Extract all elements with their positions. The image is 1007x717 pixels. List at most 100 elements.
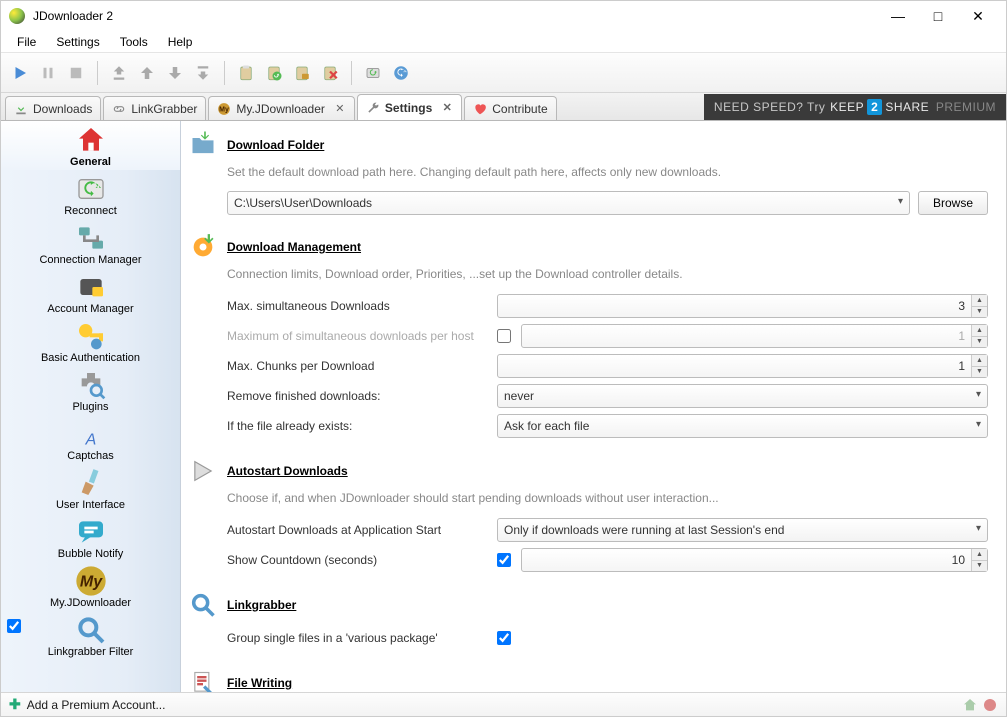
sidebar-label: User Interface (56, 499, 125, 511)
remove-select[interactable]: never (497, 384, 988, 408)
tab-label: LinkGrabber (131, 102, 197, 116)
section-title: Download Management (227, 240, 361, 254)
download-path-input[interactable] (227, 191, 910, 215)
menubar: File Settings Tools Help (1, 31, 1006, 53)
sidebar-label: Bubble Notify (58, 548, 123, 560)
max-sim-input[interactable] (497, 294, 988, 318)
sidebar-item-account[interactable]: Account Manager (1, 268, 180, 317)
sidebar-label: My.JDownloader (50, 597, 131, 609)
max-host-label: Maximum of simultaneous downloads per ho… (227, 329, 487, 343)
section-download-folder: Download Folder Set the default download… (189, 131, 988, 215)
spin-down[interactable]: ▼ (971, 561, 987, 572)
section-filewriting: File Writing (189, 669, 988, 692)
home-small-icon[interactable] (962, 697, 978, 713)
section-desc: Connection limits, Download order, Prior… (227, 267, 988, 281)
account-icon (75, 271, 107, 303)
max-sim-label: Max. simultaneous Downloads (227, 299, 487, 313)
plus-icon[interactable]: ✚ (9, 696, 21, 713)
sidebar-item-bubble[interactable]: Bubble Notify (1, 513, 180, 562)
sidebar-item-captchas[interactable]: A Captchas (1, 415, 180, 464)
spin-down[interactable]: ▼ (971, 307, 987, 318)
section-title: File Writing (227, 676, 292, 690)
sidebar-label: Linkgrabber Filter (48, 646, 134, 658)
wrench-icon (366, 101, 380, 115)
minimize-button[interactable]: — (878, 2, 918, 30)
sidebar-item-ui[interactable]: User Interface (1, 464, 180, 513)
promo-banner[interactable]: NEED SPEED? Try KEEP 2 SHARE PREMIUM (704, 94, 1006, 120)
globe-small-icon[interactable] (982, 697, 998, 713)
close-button[interactable]: ✕ (958, 2, 998, 30)
clipboard-button[interactable] (233, 60, 259, 86)
section-linkgrabber: Linkgrabber Group single files in a 'var… (189, 591, 988, 651)
clipboard-delete-button[interactable] (317, 60, 343, 86)
myjd-icon: My (217, 102, 231, 116)
pause-button[interactable] (35, 60, 61, 86)
section-download-mgmt: Download Management Connection limits, D… (189, 233, 988, 439)
menu-tools[interactable]: Tools (110, 33, 158, 51)
promo-pre: NEED SPEED? Try (714, 100, 826, 114)
countdown-checkbox[interactable] (497, 553, 511, 567)
sidebar-item-myjd[interactable]: My My.JDownloader (1, 562, 180, 611)
countdown-label: Show Countdown (seconds) (227, 553, 487, 567)
spin-up[interactable]: ▲ (971, 549, 987, 561)
sidebar-item-plugins[interactable]: Plugins (1, 366, 180, 415)
move-up-button[interactable] (134, 60, 160, 86)
sidebar-item-connection[interactable]: Connection Manager (1, 219, 180, 268)
move-down-button[interactable] (162, 60, 188, 86)
menu-settings[interactable]: Settings (46, 33, 109, 51)
tab-settings[interactable]: Settings ✕ (357, 94, 462, 120)
section-title: Linkgrabber (227, 598, 296, 612)
tab-close-icon[interactable]: ✕ (441, 102, 453, 114)
tabbar: Downloads LinkGrabber My My.JDownloader … (1, 93, 1006, 121)
menu-help[interactable]: Help (158, 33, 203, 51)
move-top-button[interactable] (106, 60, 132, 86)
clipboard-refresh-button[interactable] (261, 60, 287, 86)
stop-button[interactable] (63, 60, 89, 86)
menu-file[interactable]: File (7, 33, 46, 51)
gear-down-icon (189, 233, 217, 261)
add-premium-link[interactable]: Add a Premium Account... (27, 698, 166, 712)
promo-keep: KEEP (830, 100, 864, 114)
promo-share: SHARE (885, 100, 929, 114)
sidebar-item-general[interactable]: General (1, 121, 180, 170)
section-desc: Set the default download path here. Chan… (227, 165, 988, 179)
brush-icon (75, 467, 107, 499)
spin-up[interactable]: ▲ (971, 295, 987, 307)
sidebar-item-basicauth[interactable]: Basic Authentication (1, 317, 180, 366)
max-chunks-input[interactable] (497, 354, 988, 378)
window-title: JDownloader 2 (33, 9, 878, 23)
group-files-checkbox[interactable] (497, 631, 511, 645)
search-link-icon (189, 591, 217, 619)
play-arrow-icon (189, 457, 217, 485)
home-icon (75, 124, 107, 156)
exists-select[interactable]: Ask for each file (497, 414, 988, 438)
key-icon (75, 320, 107, 352)
play-button[interactable] (7, 60, 33, 86)
max-host-checkbox[interactable] (497, 329, 511, 343)
linkgrabber-filter-checkbox[interactable] (7, 619, 21, 633)
captcha-icon: A (75, 418, 107, 450)
tab-label: Contribute (492, 102, 547, 116)
toolbar (1, 53, 1006, 93)
browse-button[interactable]: Browse (918, 191, 988, 215)
tab-downloads[interactable]: Downloads (5, 96, 101, 120)
spin-up[interactable]: ▲ (971, 355, 987, 367)
sidebar-item-linkgrabber-filter[interactable]: Linkgrabber Filter (1, 611, 180, 660)
move-bottom-button[interactable] (190, 60, 216, 86)
update-button[interactable] (388, 60, 414, 86)
reconnect-button[interactable] (360, 60, 386, 86)
tab-linkgrabber[interactable]: LinkGrabber (103, 96, 206, 120)
clipboard-lock-button[interactable] (289, 60, 315, 86)
titlebar: JDownloader 2 — □ ✕ (1, 1, 1006, 31)
sidebar-item-reconnect[interactable]: Reconnect (1, 170, 180, 219)
sidebar-label: General (70, 156, 111, 168)
maximize-button[interactable]: □ (918, 2, 958, 30)
autostart-select[interactable]: Only if downloads were running at last S… (497, 518, 988, 542)
countdown-input[interactable] (521, 548, 988, 572)
tab-myjdownloader[interactable]: My My.JDownloader ✕ (208, 96, 354, 120)
spin-down[interactable]: ▼ (971, 367, 987, 378)
heart-icon (473, 102, 487, 116)
tab-close-icon[interactable]: ✕ (334, 103, 346, 115)
statusbar: ✚ Add a Premium Account... (1, 692, 1006, 716)
tab-contribute[interactable]: Contribute (464, 96, 556, 120)
